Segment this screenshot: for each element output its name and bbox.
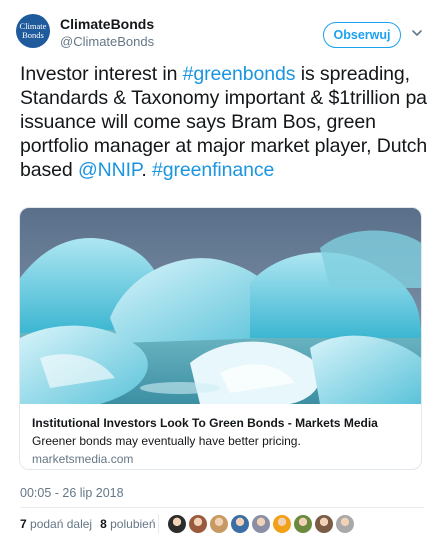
liker-avatar[interactable] <box>273 515 291 533</box>
divider <box>20 507 424 508</box>
link-preview-card[interactable]: Institutional Investors Look To Green Bo… <box>19 207 422 470</box>
tweet-card: Climate Bonds ClimateBonds @ClimateBonds… <box>0 0 439 541</box>
divider <box>158 514 159 534</box>
link-preview-title[interactable]: Institutional Investors Look To Green Bo… <box>32 416 412 430</box>
likes-stat[interactable]: 8 polubień <box>100 517 155 531</box>
liker-avatar[interactable] <box>294 515 312 533</box>
liker-avatar[interactable] <box>189 515 207 533</box>
retweets-label: podań dalej <box>30 517 93 531</box>
liker-avatar[interactable] <box>252 515 270 533</box>
liker-avatar[interactable] <box>315 515 333 533</box>
chevron-down-icon-svg <box>412 30 422 36</box>
avatar-text-line2: Bonds <box>22 30 44 40</box>
tweet-timestamp[interactable]: 00:05 - 26 lip 2018 <box>20 486 124 500</box>
retweets-stat[interactable]: 7 podań dalej <box>20 517 92 531</box>
follow-button[interactable]: Obserwuj <box>323 22 401 48</box>
retweets-count: 7 <box>20 517 27 531</box>
author-handle[interactable]: @ClimateBonds <box>60 34 154 49</box>
chevron-down-icon[interactable] <box>410 27 424 41</box>
author-display-name[interactable]: ClimateBonds <box>60 16 154 32</box>
iceberg-image <box>20 208 421 404</box>
hashtag-link[interactable]: #greenfinance <box>152 159 274 181</box>
tweet-text: Investor interest in #greenbonds is spre… <box>20 62 430 182</box>
likers-avatars <box>168 515 354 533</box>
tweet-stats: 7 podań dalej 8 polubień <box>20 517 156 531</box>
liker-avatar[interactable] <box>168 515 186 533</box>
liker-avatar[interactable] <box>210 515 228 533</box>
tweet-text-part: . <box>141 159 152 181</box>
tweet-text-part: Investor interest in <box>20 63 183 85</box>
liker-avatar[interactable] <box>231 515 249 533</box>
link-preview-image[interactable] <box>20 208 421 404</box>
author-avatar[interactable]: Climate Bonds <box>16 14 50 48</box>
liker-avatar[interactable] <box>336 515 354 533</box>
likes-count: 8 <box>100 517 107 531</box>
link-preview-description: Greener bonds may eventually have better… <box>32 434 301 448</box>
mention-link[interactable]: @NNIP <box>78 159 141 181</box>
likes-label: polubień <box>110 517 156 531</box>
hashtag-link[interactable]: #greenbonds <box>183 63 296 85</box>
link-preview-domain: marketsmedia.com <box>32 452 134 466</box>
